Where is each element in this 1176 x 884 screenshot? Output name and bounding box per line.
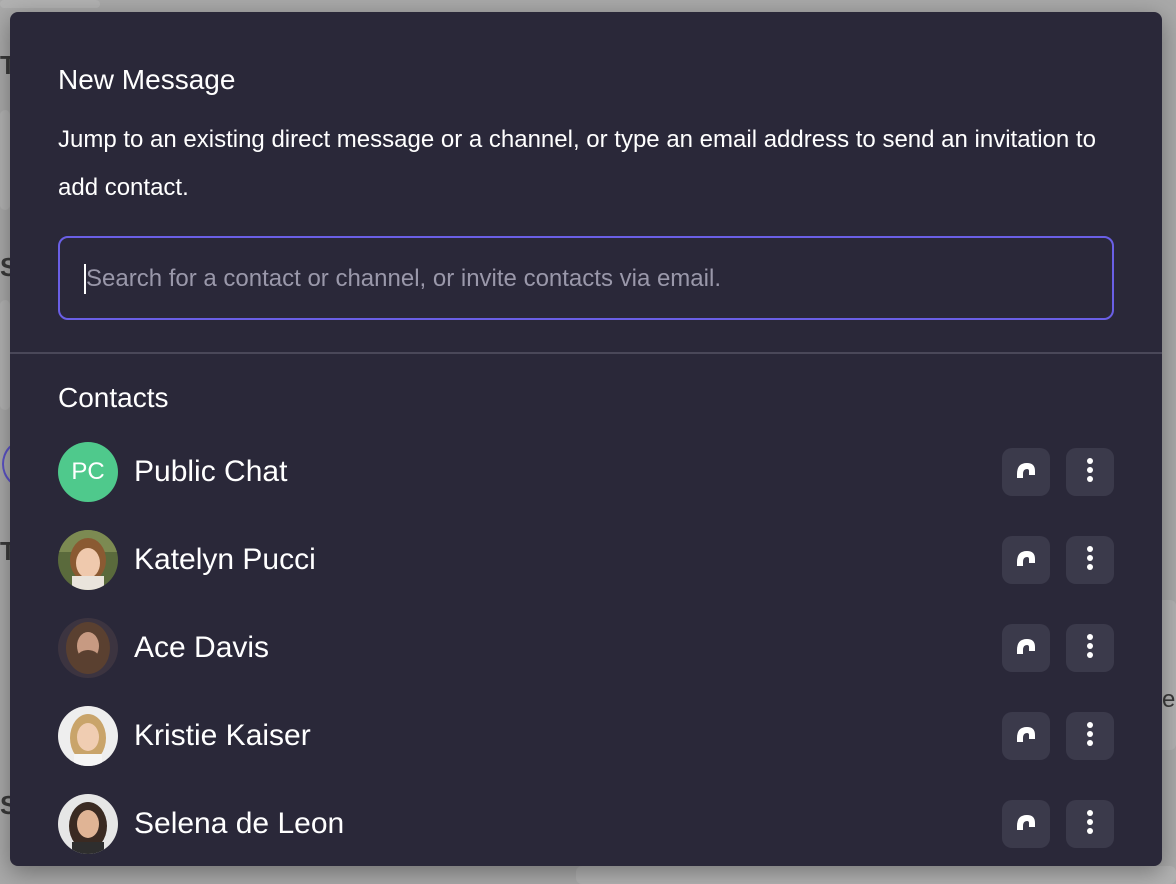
more-options-button[interactable] xyxy=(1066,624,1114,672)
more-vertical-icon xyxy=(1086,545,1094,576)
call-icon xyxy=(1013,633,1039,664)
call-button[interactable] xyxy=(1002,624,1050,672)
background-panel xyxy=(0,0,100,8)
contact-row-katelyn-pucci[interactable]: Katelyn Pucci xyxy=(58,530,1114,618)
contact-name: Ace Davis xyxy=(134,631,270,664)
avatar xyxy=(58,706,118,766)
more-options-button[interactable] xyxy=(1066,536,1114,584)
avatar: PC xyxy=(58,442,118,502)
avatar xyxy=(58,530,118,590)
divider xyxy=(10,352,1162,354)
contact-name: Kristie Kaiser xyxy=(134,719,311,752)
call-button[interactable] xyxy=(1002,712,1050,760)
call-icon xyxy=(1013,545,1039,576)
more-options-button[interactable] xyxy=(1066,712,1114,760)
avatar xyxy=(58,618,118,678)
background-panel xyxy=(576,866,1176,884)
call-button[interactable] xyxy=(1002,800,1050,848)
contact-row-public-chat[interactable]: PC Public Chat xyxy=(58,442,1114,530)
search-input[interactable] xyxy=(84,238,1088,320)
contact-row-ace-davis[interactable]: Ace Davis xyxy=(58,618,1114,706)
more-vertical-icon xyxy=(1086,457,1094,488)
modal-title: New Message xyxy=(58,64,236,95)
contact-name: Selena de Leon xyxy=(134,807,345,840)
background-panel xyxy=(0,110,10,210)
call-button[interactable] xyxy=(1002,536,1050,584)
contact-row-selena-de-leon[interactable]: Selena de Leon xyxy=(58,794,1114,866)
text-caret xyxy=(84,264,86,294)
call-icon xyxy=(1013,457,1039,488)
contact-row-kristie-kaiser[interactable]: Kristie Kaiser xyxy=(58,706,1114,794)
call-icon xyxy=(1013,809,1039,840)
background-panel xyxy=(0,300,10,410)
more-vertical-icon xyxy=(1086,809,1094,840)
modal-description: Jump to an existing direct message or a … xyxy=(58,126,1096,201)
call-icon xyxy=(1013,721,1039,752)
more-options-button[interactable] xyxy=(1066,448,1114,496)
contact-name: Katelyn Pucci xyxy=(134,543,316,576)
more-options-button[interactable] xyxy=(1066,800,1114,848)
search-field[interactable] xyxy=(58,236,1114,320)
more-vertical-icon xyxy=(1086,633,1094,664)
contacts-heading: Contacts xyxy=(58,382,169,413)
new-message-modal: New Message Jump to an existing direct m… xyxy=(10,12,1162,866)
contact-list: PC Public Chat Katelyn Pucci Ace Davis K… xyxy=(58,442,1114,866)
call-button[interactable] xyxy=(1002,448,1050,496)
background-text: e xyxy=(1162,686,1176,713)
avatar xyxy=(58,794,118,854)
contact-name: Public Chat xyxy=(134,455,288,488)
more-vertical-icon xyxy=(1086,721,1094,752)
